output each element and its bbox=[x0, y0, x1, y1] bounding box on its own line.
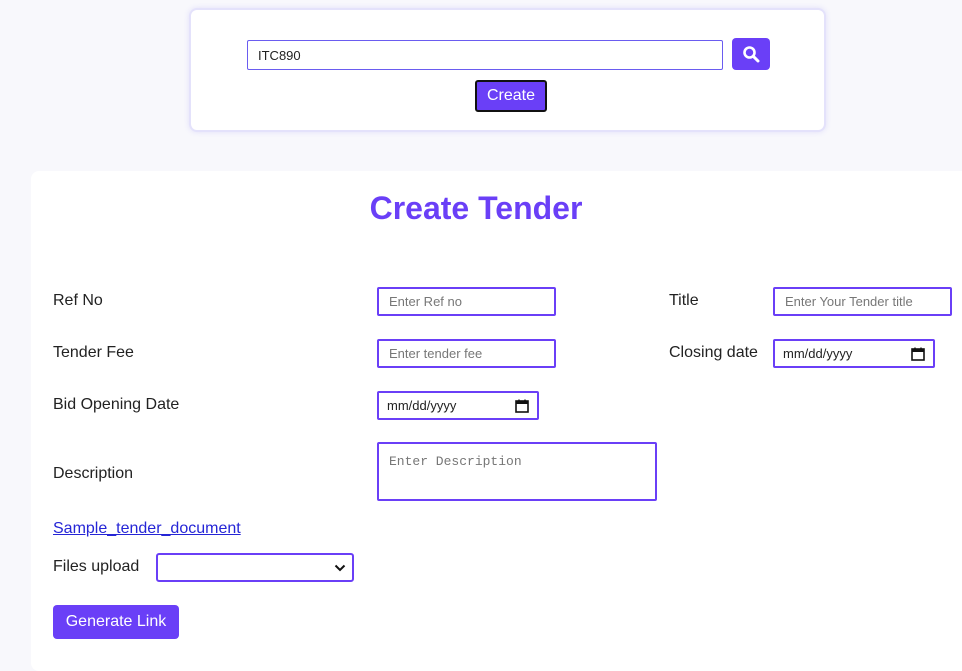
bid-opening-date-value: mm/dd/yyyy bbox=[387, 398, 457, 413]
search-button[interactable] bbox=[732, 38, 770, 70]
page-title: Create Tender bbox=[369, 190, 583, 226]
tender-fee-input[interactable] bbox=[377, 339, 556, 368]
closing-date-value: mm/dd/yyyy bbox=[783, 346, 853, 361]
description-input[interactable] bbox=[377, 442, 657, 501]
sample-tender-document-link[interactable]: Sample_tender_document bbox=[53, 520, 241, 538]
files-upload-label: Files upload bbox=[53, 558, 140, 575]
create-tender-form bbox=[31, 171, 962, 671]
files-upload-select[interactable] bbox=[156, 553, 354, 582]
search-card: Create bbox=[189, 8, 826, 132]
calendar-icon[interactable] bbox=[911, 347, 925, 361]
ref-no-label: Ref No bbox=[53, 292, 103, 309]
title-input[interactable] bbox=[773, 287, 952, 316]
title-label: Title bbox=[669, 292, 699, 309]
calendar-icon[interactable] bbox=[515, 399, 529, 413]
description-label: Description bbox=[53, 465, 134, 482]
search-input[interactable] bbox=[247, 40, 723, 70]
create-button[interactable]: Create bbox=[475, 80, 547, 112]
generate-link-button[interactable]: Generate Link bbox=[53, 605, 179, 639]
closing-date-label: Closing date bbox=[669, 344, 758, 361]
closing-date-input[interactable]: mm/dd/yyyy bbox=[773, 339, 935, 368]
chevron-down-icon bbox=[334, 564, 346, 571]
ref-no-input[interactable] bbox=[377, 287, 556, 316]
tender-fee-label: Tender Fee bbox=[53, 344, 134, 361]
bid-opening-date-label: Bid Opening Date bbox=[53, 396, 180, 413]
bid-opening-date-input[interactable]: mm/dd/yyyy bbox=[377, 391, 539, 420]
search-icon bbox=[743, 46, 760, 63]
